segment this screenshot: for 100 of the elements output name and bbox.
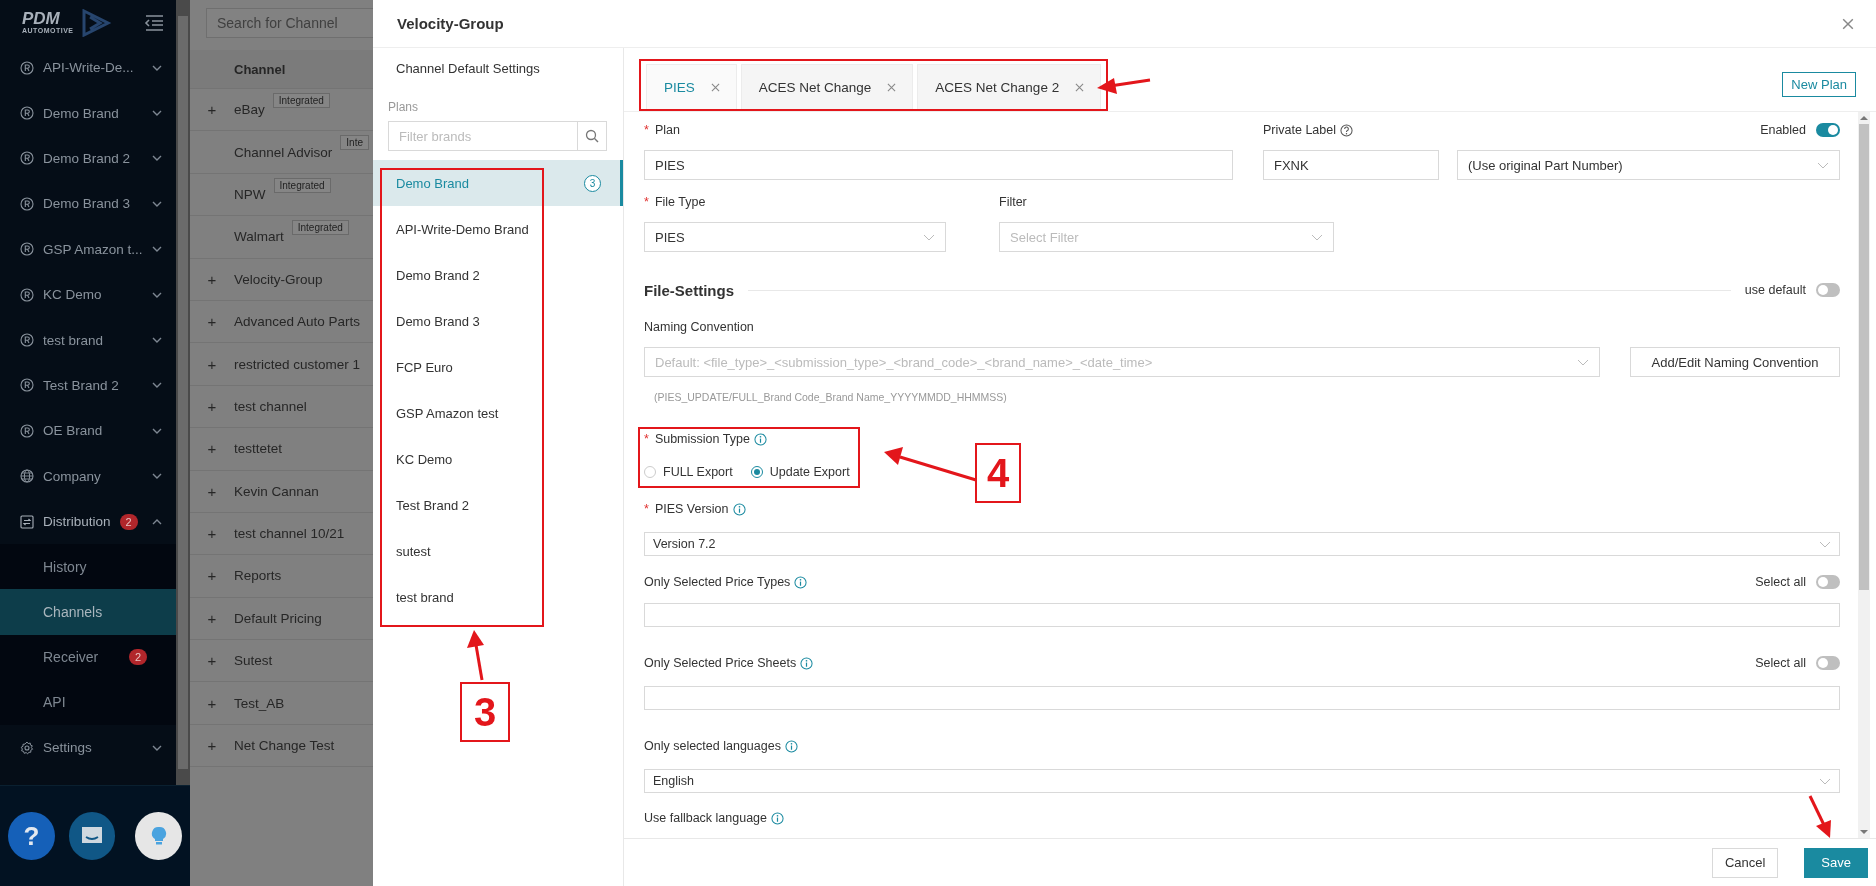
tips-button[interactable] [135,812,182,860]
sidebar-item[interactable]: Demo Brand [0,90,176,136]
scrollbar[interactable] [176,0,190,785]
sidebar-item[interactable]: API-Write-De... [0,45,176,91]
expand-toggle[interactable]: + [207,525,217,543]
section-label: Plans [387,100,420,114]
expand-toggle[interactable]: + [207,440,217,458]
chevron-down-icon [1819,777,1831,785]
sidebar-item[interactable]: Demo Brand 2 [0,135,176,182]
expand-toggle[interactable]: + [207,609,217,627]
close-icon[interactable] [710,82,720,92]
plan-input[interactable]: PIES [644,150,1233,180]
sidebar-subitem[interactable]: Receiver 2 [0,634,176,680]
toggle-switch[interactable] [1816,575,1840,589]
tab[interactable]: ACES Net Change [740,64,914,109]
save-button[interactable]: Save [1804,847,1868,878]
circle-icon [20,287,34,302]
expand-toggle[interactable]: + [207,313,217,331]
filter-field[interactable]: Filter brands [388,121,577,151]
languages-dropdown[interactable]: English [644,769,1840,793]
toggle-switch[interactable] [1816,123,1840,137]
field-label: Only Selected Price Sheets [644,656,797,670]
price-types-input[interactable] [644,603,1840,627]
list-item[interactable]: Demo Brand 3 [373,160,623,206]
circle-icon [20,423,34,438]
sidebar-subitem[interactable]: API [0,679,176,726]
sidebar-item[interactable]: GSP Amazon t... [0,226,176,272]
table-cell: restricted customer 1 [234,356,361,372]
hint-text: (PIES_UPDATE/FULL_Brand Code_Brand Name_YYYYMMDD_HHMMSS) [653,390,1008,404]
arrow [1097,78,1151,94]
sidebar-subitem[interactable]: Channels [0,589,176,635]
scrollbar[interactable] [1858,112,1870,838]
sidebar-item[interactable]: OE Brand [0,408,176,454]
list-item[interactable]: Test Brand 2 [373,482,623,528]
sidebar-item[interactable]: Settings [0,725,176,771]
info-icon [771,811,784,825]
table-cell: test channel 10/21 [234,526,345,542]
count-badge: 2 [119,513,138,530]
list-item[interactable]: GSP Amazon test [373,390,623,436]
naming-convention-button[interactable]: Add/Edit Naming Convention [1630,347,1840,377]
expand-toggle[interactable]: + [207,567,217,585]
private-label-input[interactable]: FXNK [1263,150,1439,180]
circle-icon [20,151,34,166]
radio-option[interactable]: Update Export [750,465,850,479]
expand-toggle[interactable]: + [207,652,217,670]
toggle-switch[interactable] [1816,283,1840,297]
help-button[interactable]: ? [8,812,55,860]
field-label: Naming Convention [644,320,754,334]
new-plan-button[interactable]: New Plan [1782,72,1856,97]
list-item[interactable]: sutest [373,528,623,574]
sidebar-item[interactable]: test brand [0,317,176,363]
list-item[interactable]: test brand [373,574,623,620]
required-mark: * [644,502,649,516]
field-label: File Type [654,195,706,209]
file-type-dropdown[interactable]: PIES [644,222,946,252]
sidebar-item[interactable]: Demo Brand 3 [0,181,176,227]
list-item[interactable]: Demo Brand 3 [373,298,623,344]
field-label: Use fallback language [644,811,767,825]
expand-toggle[interactable]: + [207,694,217,712]
menu-icon[interactable] [144,14,164,31]
toggle-switch[interactable] [1816,656,1840,670]
chat-button[interactable] [68,812,116,860]
sidebar-item[interactable]: Test Brand 2 [0,362,176,409]
expand-toggle[interactable]: + [207,737,217,755]
close-icon[interactable] [1842,17,1854,30]
list-item[interactable]: KC Demo [373,436,623,482]
table-cell: Sutest [234,653,273,669]
circle-icon [20,106,34,121]
toggle-label: Select all [1755,656,1806,670]
list-item[interactable]: API-Write-Demo Brand [373,206,623,252]
field-label: Filter [999,195,1027,209]
circle-icon [20,196,34,211]
sidebar-item[interactable]: Distribution 2 [0,498,176,545]
cancel-button[interactable]: Cancel [1711,847,1779,878]
part-number-dropdown[interactable]: (Use original Part Number) [1457,150,1840,180]
close-icon[interactable] [887,82,897,92]
tab[interactable]: PIES [646,64,737,109]
field-label: Only Selected Price Types [644,575,791,589]
radio-option[interactable]: FULL Export [644,465,733,479]
list-item[interactable]: Demo Brand 2 [373,252,623,298]
expand-toggle[interactable]: + [207,355,217,373]
close-icon[interactable] [1075,82,1085,92]
dialog-title: Velocity-Group [397,15,504,32]
sidebar-item[interactable]: Company [0,453,176,499]
menu-item[interactable]: Channel Default Settings [373,57,623,81]
expand-toggle[interactable]: + [207,270,217,288]
sidebar-item[interactable]: KC Demo [0,271,176,318]
field-label: Private Label [1263,123,1336,137]
arrow [467,630,484,681]
pies-version-dropdown[interactable]: Version 7.2 [644,532,1840,556]
expand-toggle[interactable]: + [207,397,217,415]
expand-toggle[interactable]: + [207,101,217,119]
sidebar-subitem[interactable]: History [0,544,176,590]
list-item[interactable]: FCP Euro [373,344,623,390]
price-sheets-input[interactable] [644,686,1840,710]
search-button[interactable] [577,121,607,151]
expand-toggle[interactable]: + [207,482,217,500]
tab[interactable]: ACES Net Change 2 [917,64,1102,109]
status-tag: Inte [340,135,369,151]
chevron-down-icon [1577,358,1589,366]
